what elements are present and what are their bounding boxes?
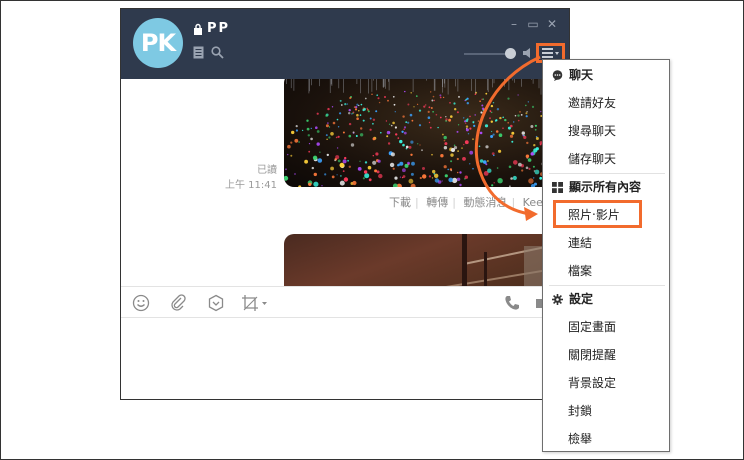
- menu-header-all-content[interactable]: 顯示所有內容: [543, 173, 669, 201]
- search-icon[interactable]: [211, 46, 224, 59]
- emoji-icon[interactable]: [132, 294, 150, 312]
- menu-item-block[interactable]: 封鎖: [543, 397, 669, 425]
- close-button[interactable]: ✕: [545, 17, 559, 31]
- maximize-button[interactable]: ▭: [526, 17, 540, 31]
- timeline-link[interactable]: 動態消息: [463, 196, 507, 209]
- input-toolbar: [121, 286, 569, 318]
- photo-image-2: [445, 234, 569, 286]
- menu-item-report[interactable]: 檢舉: [543, 425, 669, 453]
- menu-header-label: 顯示所有內容: [569, 180, 642, 194]
- note-icon[interactable]: [193, 46, 204, 59]
- menu-item-save-chat[interactable]: 儲存聊天: [543, 145, 669, 173]
- photos-videos-highlight: [553, 200, 642, 228]
- minimize-button[interactable]: –: [507, 17, 521, 31]
- volume-slider-handle[interactable]: [505, 48, 516, 59]
- menu-header-label: 聊天: [569, 68, 594, 82]
- photo-message-2[interactable]: [284, 234, 569, 286]
- lock-icon: [194, 23, 202, 35]
- menu-header-label: 設定: [569, 292, 594, 306]
- menu-item-background-settings[interactable]: 背景設定: [543, 369, 669, 397]
- speaker-icon[interactable]: [522, 47, 536, 59]
- menu-item-invite-friends[interactable]: 邀請好友: [543, 89, 669, 117]
- menu-item-mute-notifications[interactable]: 關閉提醒: [543, 341, 669, 369]
- menu-header-settings[interactable]: 設定: [543, 285, 669, 313]
- chat-menu: 聊天 邀請好友 搜尋聊天 儲存聊天 顯示所有內容 照片‧影片 連結 檔案 設定 …: [542, 59, 670, 452]
- chat-window: PK PP – ▭ ✕ 已讀 上午 11:41 下載 | 轉傳 | 動態消息 |…: [120, 8, 570, 400]
- chat-area[interactable]: 已讀 上午 11:41 下載 | 轉傳 | 動態消息 | Keep: [121, 79, 569, 286]
- menu-item-pin-window[interactable]: 固定畫面: [543, 313, 669, 341]
- chat-bubble-icon: [552, 70, 563, 81]
- screenshot-icon[interactable]: [241, 294, 269, 312]
- read-status: 已讀: [257, 165, 277, 176]
- volume-slider[interactable]: [464, 53, 508, 55]
- photo-image: [284, 79, 569, 187]
- menu-item-links[interactable]: 連結: [543, 229, 669, 257]
- photo-message[interactable]: [284, 79, 569, 187]
- download-link[interactable]: 下載: [389, 196, 411, 209]
- message-time: 上午 11:41: [225, 180, 277, 191]
- message-input[interactable]: [121, 318, 569, 399]
- chat-title: PP: [207, 21, 231, 36]
- keep-icon[interactable]: [207, 294, 225, 312]
- forward-link[interactable]: 轉傳: [426, 196, 448, 209]
- message-actions: 下載 | 轉傳 | 動態消息 | Keep: [389, 196, 550, 209]
- menu-item-search-chat[interactable]: 搜尋聊天: [543, 117, 669, 145]
- menu-item-files[interactable]: 檔案: [543, 257, 669, 285]
- grid-icon: [552, 182, 563, 193]
- gear-icon: [552, 294, 563, 305]
- phone-icon[interactable]: [503, 294, 521, 312]
- attachment-icon[interactable]: [169, 294, 187, 312]
- menu-header-chat[interactable]: 聊天: [543, 61, 669, 89]
- avatar[interactable]: PK: [133, 18, 183, 68]
- title-bar: PK PP – ▭ ✕: [121, 9, 569, 79]
